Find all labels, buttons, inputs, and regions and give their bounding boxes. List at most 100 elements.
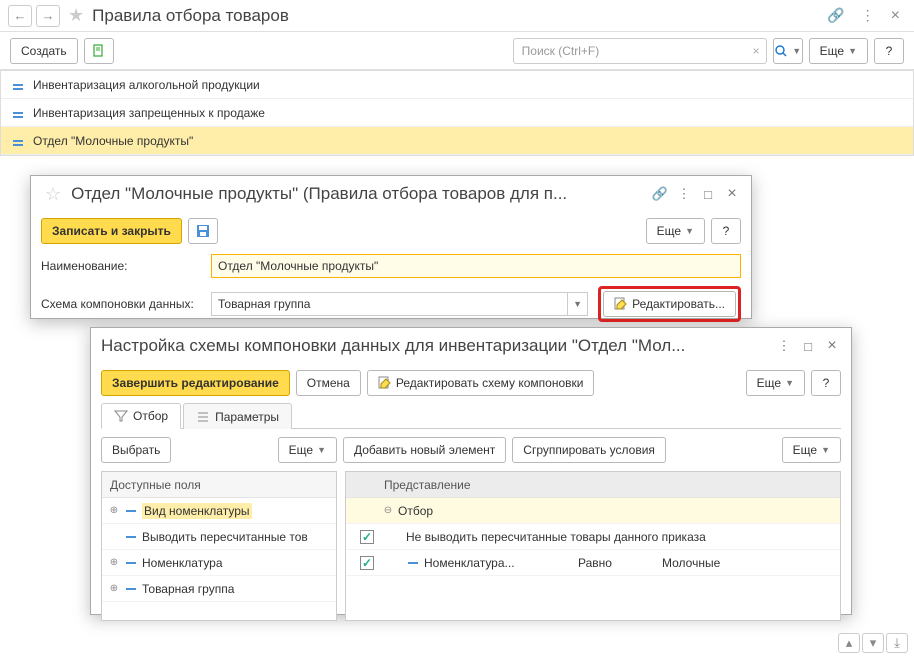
filter-root-row[interactable]: ⊖ Отбор xyxy=(346,498,840,524)
field-icon xyxy=(408,562,418,564)
add-element-button[interactable]: Добавить новый элемент xyxy=(343,437,506,463)
field-icon xyxy=(126,510,136,512)
dialog-header: ☆ Отдел "Молочные продукты" (Правила отб… xyxy=(31,176,751,212)
filter-field: Номенклатура... xyxy=(424,556,574,570)
edit-schema-label: Редактировать схему компоновки xyxy=(396,376,584,390)
pane-header: Доступные поля xyxy=(102,472,336,498)
copy-button[interactable] xyxy=(84,38,114,64)
expand-icon[interactable]: ⊕ xyxy=(108,557,120,568)
tree-row[interactable]: ⊕ Номенклатура xyxy=(102,550,336,576)
dialog-toolbar: Завершить редактирование Отмена Редактир… xyxy=(91,364,851,402)
tree-row[interactable]: ⊕ Вид номенклатуры xyxy=(102,498,336,524)
filter-label: Не выводить пересчитанные товары данного… xyxy=(406,530,706,544)
tab-label: Параметры xyxy=(215,410,279,424)
checkbox-checked-icon[interactable]: ✓ xyxy=(360,530,374,544)
search-placeholder: Поиск (Ctrl+F) xyxy=(522,44,600,58)
expand-icon[interactable]: ⊕ xyxy=(108,583,120,594)
tab-parameters[interactable]: Параметры xyxy=(183,403,292,429)
more-button[interactable]: Еще ▼ xyxy=(646,218,705,244)
nav-forward[interactable]: → xyxy=(36,5,60,27)
expand-icon[interactable]: ⊕ xyxy=(108,505,120,516)
close-icon[interactable]: × xyxy=(723,185,741,203)
rules-list: Инвентаризация алкогольной продукции Инв… xyxy=(0,70,914,156)
field-label: Номенклатура xyxy=(142,556,223,570)
dialog-title: Настройка схемы компоновки данных для ин… xyxy=(101,336,769,356)
chevron-down-icon[interactable]: ▼ xyxy=(567,293,587,315)
schema-label: Схема компоновки данных: xyxy=(41,297,201,311)
more-button[interactable]: Еще ▼ xyxy=(809,38,868,64)
link-icon[interactable]: 🔗 xyxy=(827,7,844,24)
close-icon[interactable]: × xyxy=(891,7,900,25)
scroll-end-icon[interactable]: ⤓ xyxy=(886,633,908,653)
collapse-icon[interactable]: ⊖ xyxy=(382,505,394,516)
save-button[interactable] xyxy=(188,218,218,244)
list-item-label: Инвентаризация запрещенных к продаже xyxy=(33,106,265,120)
maximize-icon[interactable]: □ xyxy=(699,185,717,203)
name-input[interactable]: Отдел "Молочные продукты" xyxy=(211,254,741,278)
nav-back[interactable]: ← xyxy=(8,5,32,27)
search-button[interactable]: ▼ xyxy=(773,38,803,64)
name-label: Наименование: xyxy=(41,259,201,273)
search-clear-icon[interactable]: × xyxy=(753,44,760,58)
help-button[interactable]: ? xyxy=(711,218,741,244)
page-title: Правила отбора товаров xyxy=(92,6,817,26)
list-item[interactable]: Инвентаризация алкогольной продукции xyxy=(1,71,913,99)
name-value: Отдел "Молочные продукты" xyxy=(218,259,378,273)
kebab-icon[interactable]: ⋮ xyxy=(675,185,693,203)
help-button[interactable]: ? xyxy=(811,370,841,396)
help-button[interactable]: ? xyxy=(874,38,904,64)
available-fields-pane: Доступные поля ⊕ Вид номенклатуры ⊕ Выво… xyxy=(101,471,337,621)
more-button[interactable]: Еще ▼ xyxy=(746,370,805,396)
kebab-icon[interactable]: ⋮ xyxy=(861,7,875,24)
edit-button-label: Редактировать... xyxy=(632,297,725,311)
more-button[interactable]: Еще ▼ xyxy=(782,437,841,463)
list-item[interactable]: Инвентаризация запрещенных к продаже xyxy=(1,99,913,127)
list-icon xyxy=(196,410,210,424)
list-item[interactable]: Отдел "Молочные продукты" xyxy=(1,127,913,155)
filter-row[interactable]: ✓ Номенклатура... Равно Молочные xyxy=(346,550,840,576)
close-icon[interactable]: × xyxy=(823,337,841,355)
tabs: Отбор Параметры xyxy=(101,402,841,429)
favorite-star-icon[interactable]: ★ xyxy=(68,5,84,26)
edit-schema-button[interactable]: Редактировать схему компоновки xyxy=(367,370,595,396)
schema-config-dialog: Настройка схемы компоновки данных для ин… xyxy=(90,327,852,615)
scroll-up-icon[interactable]: ▴ xyxy=(838,633,860,653)
pane-header: Представление xyxy=(346,472,840,498)
item-icon xyxy=(13,84,23,86)
field-label: Товарная группа xyxy=(142,582,234,596)
checkbox-checked-icon[interactable]: ✓ xyxy=(360,556,374,570)
edit-button[interactable]: Редактировать... xyxy=(603,291,736,317)
save-and-close-button[interactable]: Записать и закрыть xyxy=(41,218,182,244)
name-row: Наименование: Отдел "Молочные продукты" xyxy=(31,250,751,282)
link-icon[interactable]: 🔗 xyxy=(651,185,669,203)
sub-toolbar: Выбрать Еще ▼ Добавить новый элемент Сгр… xyxy=(91,429,851,471)
edit-icon xyxy=(614,297,628,311)
group-conditions-button[interactable]: Сгруппировать условия xyxy=(512,437,666,463)
select-button[interactable]: Выбрать xyxy=(101,437,171,463)
panes: Доступные поля ⊕ Вид номенклатуры ⊕ Выво… xyxy=(91,471,851,631)
scroll-down-icon[interactable]: ▾ xyxy=(862,633,884,653)
filter-row[interactable]: ✓ Не выводить пересчитанные товары данно… xyxy=(346,524,840,550)
list-item-label: Отдел "Молочные продукты" xyxy=(33,134,193,148)
tab-filter[interactable]: Отбор xyxy=(101,403,181,429)
cancel-button[interactable]: Отмена xyxy=(296,370,361,396)
representation-pane: Представление ⊖ Отбор ✓ Не выводить пере… xyxy=(345,471,841,621)
field-icon xyxy=(126,562,136,564)
create-button[interactable]: Создать xyxy=(10,38,78,64)
filter-root-label: Отбор xyxy=(398,504,433,518)
kebab-icon[interactable]: ⋮ xyxy=(775,337,793,355)
top-bar: ← → ★ Правила отбора товаров 🔗 ⋮ × xyxy=(0,0,914,32)
field-label: Вид номенклатуры xyxy=(142,503,252,519)
field-label: Выводить пересчитанные тов xyxy=(142,530,308,544)
favorite-star-icon[interactable]: ☆ xyxy=(45,184,61,205)
tree-row[interactable]: ⊕ Товарная группа xyxy=(102,576,336,602)
finish-editing-button[interactable]: Завершить редактирование xyxy=(101,370,290,396)
tab-label: Отбор xyxy=(133,409,168,423)
dialog-header: Настройка схемы компоновки данных для ин… xyxy=(91,328,851,364)
schema-select[interactable]: Товарная группа ▼ xyxy=(211,292,588,316)
search-input[interactable]: Поиск (Ctrl+F) × xyxy=(513,38,767,64)
tree-row[interactable]: ⊕ Выводить пересчитанные тов xyxy=(102,524,336,550)
more-button[interactable]: Еще ▼ xyxy=(278,437,337,463)
edit-icon xyxy=(378,376,392,390)
maximize-icon[interactable]: □ xyxy=(799,337,817,355)
